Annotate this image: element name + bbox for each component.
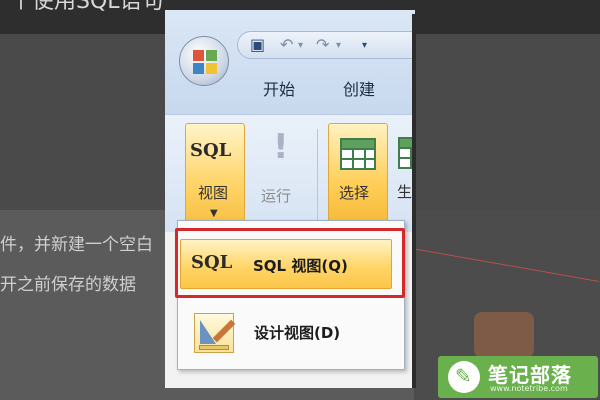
redo-arrow-icon[interactable]: ↷ [316, 35, 329, 54]
ribbon-header: ▣ ↶ ▾ ↷ ▾ ▾ 开始 创建 [165, 10, 415, 114]
tab-create[interactable]: 创建 [343, 76, 375, 100]
red-highlight-box [175, 228, 405, 298]
office-logo-icon [193, 50, 217, 74]
select-query-button[interactable]: 选择 [328, 123, 388, 231]
tab-home[interactable]: 开始 [263, 76, 295, 100]
customize-toolbar-icon[interactable]: ▾ [362, 40, 367, 51]
background-text-line: 开之前保存的数据 [0, 275, 136, 295]
menu-item-design-view[interactable]: 设计视图(D) [180, 305, 392, 357]
frame-shadow [412, 14, 416, 388]
background-text-line: 件，并新建一个空白 [0, 235, 153, 255]
view-button-label: 视图 [198, 184, 229, 202]
chevron-down-icon[interactable]: ▾ [336, 40, 341, 51]
quick-access-toolbar: ▣ ↶ ▾ ↷ ▾ ▾ [237, 31, 415, 59]
background-faint-logo [474, 312, 534, 358]
table-grid-icon [340, 138, 376, 170]
menu-item-label: 设计视图(D) [254, 324, 341, 342]
select-button-label: 选择 [339, 184, 370, 202]
access-ribbon-screenshot: ▣ ↶ ▾ ↷ ▾ ▾ 开始 创建 SQL 视图 ▼ ! 运行 选择 生 SQL… [165, 10, 415, 388]
chevron-down-icon[interactable]: ▾ [298, 40, 303, 51]
chevron-down-icon: ▼ [210, 208, 218, 219]
watermark-url: www.notetribe.com [490, 384, 568, 393]
sql-icon-text: SQL [190, 140, 232, 161]
exclamation-icon: ! [273, 127, 289, 167]
ribbon-separator [317, 129, 318, 229]
generate-button-label: 生 [397, 183, 413, 201]
background-article-title: 个使用SQL语句 [10, 0, 164, 14]
office-button[interactable] [179, 36, 229, 86]
undo-arrow-icon[interactable]: ↶ [280, 35, 293, 54]
floppy-disk-icon[interactable]: ▣ [250, 35, 265, 54]
design-view-icon [194, 313, 236, 353]
view-button[interactable]: SQL 视图 ▼ [185, 123, 245, 231]
ribbon-body: SQL 视图 ▼ ! 运行 选择 生 [165, 114, 415, 232]
pencil-logo-icon: ✎ [448, 361, 480, 393]
run-button[interactable]: ! 运行 [253, 123, 309, 231]
run-button-label: 运行 [261, 187, 292, 205]
watermark-badge: ✎ 笔记部落 www.notetribe.com [438, 356, 598, 398]
